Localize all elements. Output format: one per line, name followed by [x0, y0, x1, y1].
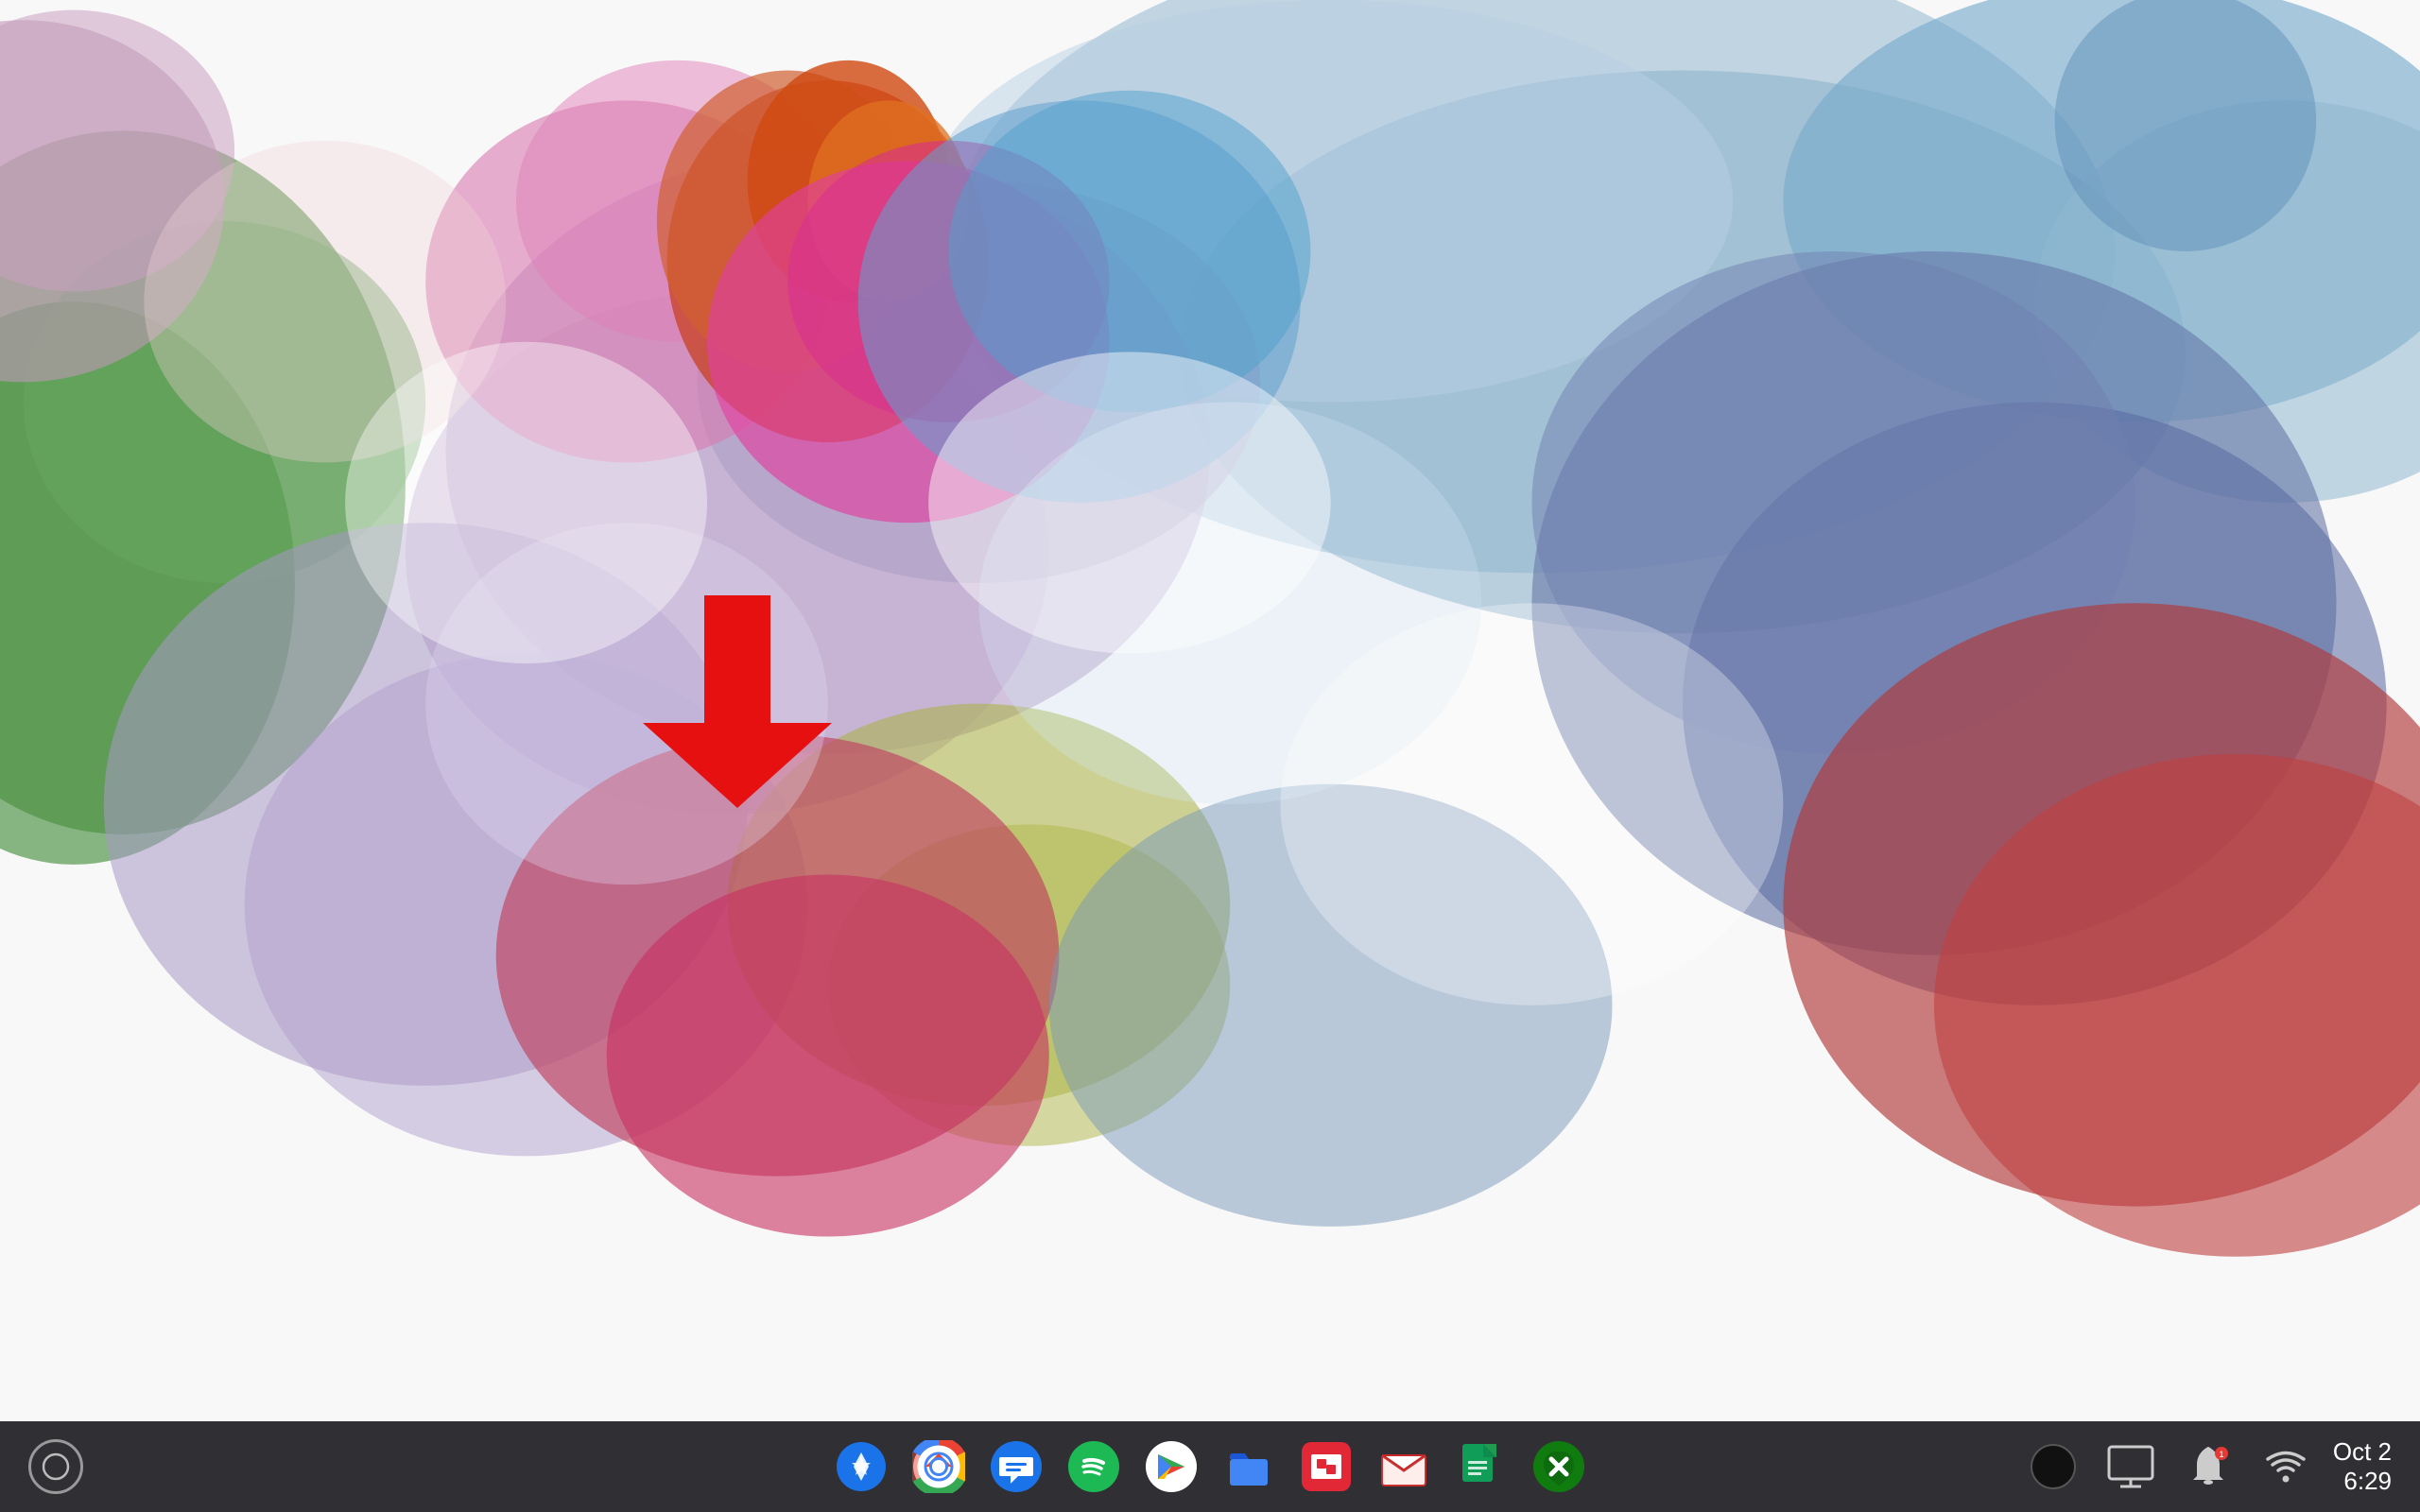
google-play-app-icon[interactable] — [1141, 1436, 1201, 1497]
gmail-icon — [1377, 1440, 1430, 1493]
screen-indicator[interactable] — [2023, 1436, 2083, 1497]
spotify-app-icon[interactable] — [1063, 1436, 1124, 1497]
launcher-icon — [42, 1452, 70, 1481]
sheets-icon — [1455, 1440, 1508, 1493]
assistant-app-icon[interactable] — [831, 1436, 891, 1497]
sheets-app-icon[interactable] — [1451, 1436, 1512, 1497]
chrome-app-icon[interactable] — [908, 1436, 969, 1497]
chat-app-icon[interactable] — [986, 1436, 1046, 1497]
files-icon — [1222, 1440, 1275, 1493]
notification-bell-icon: 1 — [2187, 1444, 2229, 1489]
taskbar: 1 Oct 2 6:29 — [0, 1421, 2420, 1512]
assistant-icon — [836, 1441, 887, 1492]
taskbar-center — [831, 1436, 1589, 1497]
time-display: 6:29 — [2343, 1467, 2392, 1496]
date-display: Oct 2 — [2333, 1437, 2392, 1467]
svg-text:1: 1 — [2219, 1450, 2223, 1459]
taskbar-right: 1 Oct 2 6:29 — [2023, 1436, 2392, 1497]
display-icon-svg — [2107, 1445, 2154, 1488]
files-app-icon[interactable] — [1219, 1436, 1279, 1497]
launcher-button[interactable] — [28, 1439, 83, 1494]
datetime-display[interactable]: Oct 2 6:29 — [2333, 1437, 2392, 1496]
gmail-app-icon[interactable] — [1374, 1436, 1434, 1497]
google-play-icon — [1145, 1440, 1198, 1493]
desktop: 1 Oct 2 6:29 — [0, 0, 2420, 1512]
wallpaper — [0, 0, 2420, 1512]
taskbar-left — [28, 1439, 83, 1494]
spotify-icon — [1067, 1440, 1120, 1493]
wifi-icon — [2265, 1446, 2307, 1487]
xbox-app-icon[interactable] — [1529, 1436, 1589, 1497]
notification-icon-button[interactable]: 1 — [2178, 1436, 2238, 1497]
xbox-icon — [1532, 1440, 1585, 1493]
wifi-icon-button[interactable] — [2256, 1436, 2316, 1497]
chrome-icon — [912, 1440, 965, 1493]
red-arrow-indicator — [643, 586, 832, 813]
roblox-app-icon[interactable] — [1296, 1436, 1357, 1497]
display-icon[interactable] — [2100, 1436, 2161, 1497]
roblox-icon — [1300, 1440, 1353, 1493]
chat-icon — [990, 1440, 1043, 1493]
